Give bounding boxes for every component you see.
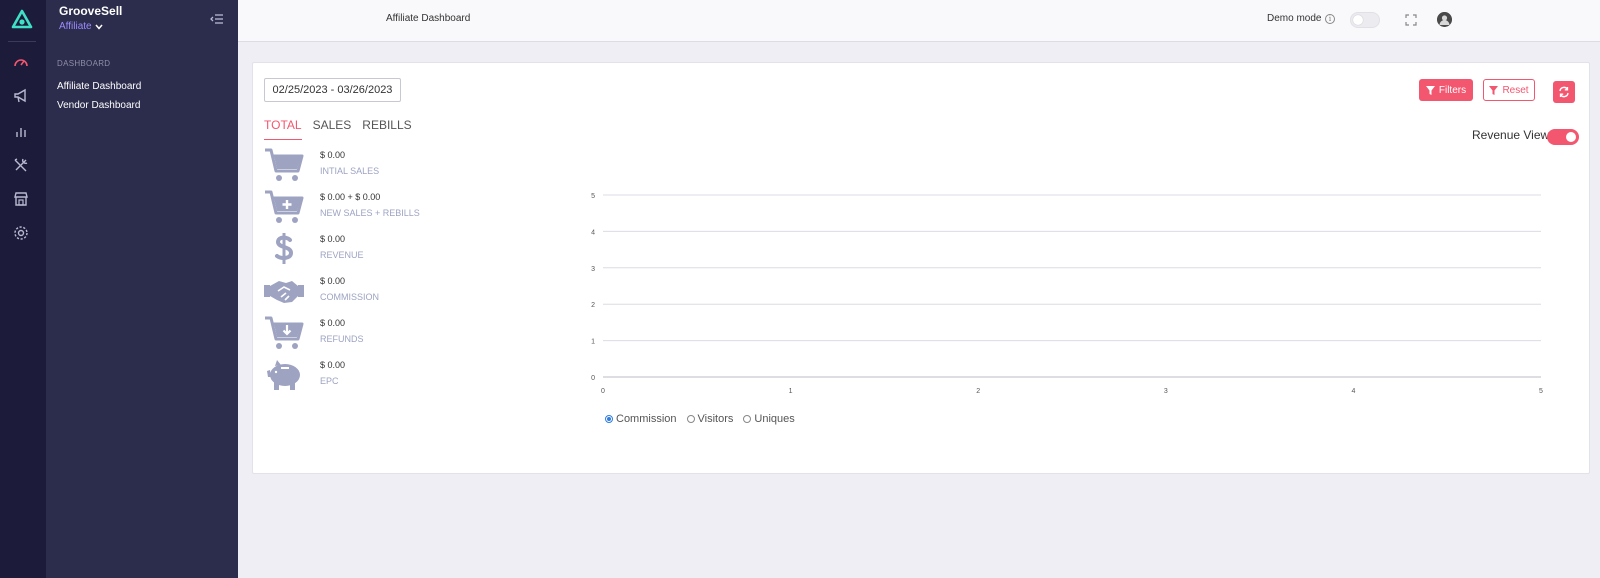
dashboard-gauge-icon	[14, 59, 28, 67]
stat-label: EPC	[320, 376, 339, 386]
stat-value: $ 0.00	[320, 150, 346, 160]
chart-x-tick-label: 2	[976, 388, 980, 395]
stat-new-sales-rebills: $ 0.00 + $ 0.00 NEW SALES + REBILLS	[264, 189, 564, 229]
tab-total[interactable]: TOTAL	[264, 118, 302, 140]
stats-tabs: TOTAL SALES REBILLS	[264, 118, 412, 140]
icon-rail	[0, 0, 46, 578]
rail-settings[interactable]	[11, 223, 31, 243]
stat-initial-sales: $ 0.00 INTIAL SALES	[264, 147, 564, 187]
uniques-radio[interactable]	[743, 415, 752, 423]
revenue-view-label: Revenue View	[1472, 128, 1550, 142]
filter-icon	[1489, 85, 1499, 95]
date-range-picker[interactable]: 02/25/2023 - 03/26/2023	[264, 78, 401, 102]
chart-y-tick-label: 5	[591, 193, 595, 200]
stat-label: REFUNDS	[320, 334, 364, 344]
top-bar: Affiliate Dashboard Demo mode i	[238, 0, 1600, 42]
rail-marketing[interactable]	[11, 86, 31, 106]
refresh-button[interactable]	[1553, 81, 1575, 103]
stat-label: INTIAL SALES	[320, 166, 380, 176]
legend-uniques[interactable]: Uniques	[743, 413, 795, 425]
cart-plus-icon	[265, 190, 304, 223]
stat-value: $ 0.00	[320, 318, 346, 328]
filters-button[interactable]: Filters	[1419, 79, 1473, 101]
visitors-radio[interactable]	[686, 415, 695, 423]
chart-x-tick-label: 1	[789, 388, 793, 395]
sidebar: GrooveSell Affiliate DASHBOARD Affiliate…	[46, 0, 238, 578]
chart-y-tick-label: 4	[591, 229, 595, 236]
cart-icon	[265, 148, 304, 181]
legend-commission-label: Commission	[616, 413, 677, 425]
reset-button-label: Reset	[1502, 84, 1529, 96]
dollar-icon	[275, 233, 294, 264]
demo-mode-label: Demo mode	[1267, 13, 1322, 24]
commission-chart: 0 1 2 3 4 5 0 1 2 3 4 5	[591, 193, 1543, 395]
cart-refund-icon	[265, 316, 304, 349]
stat-label: COMMISSION	[320, 292, 380, 302]
legend-visitors[interactable]: Visitors	[686, 413, 734, 425]
tab-sales[interactable]: SALES	[313, 118, 352, 140]
chart-x-tick-label: 0	[601, 388, 605, 395]
rail-store[interactable]	[11, 189, 31, 209]
groovesell-logo-icon[interactable]	[11, 9, 33, 31]
tools-icon	[14, 158, 28, 172]
megaphone-icon	[14, 88, 26, 103]
chart-x-tick-label: 5	[1539, 388, 1543, 395]
rail-reports[interactable]	[11, 121, 31, 141]
stat-value: $ 0.00	[320, 360, 346, 370]
role-switcher[interactable]: Affiliate	[59, 21, 103, 32]
user-avatar-icon	[1437, 12, 1452, 27]
role-label: Affiliate	[59, 21, 92, 32]
refresh-icon	[1559, 86, 1569, 98]
stat-commission: $ 0.00 COMMISSION	[264, 273, 564, 313]
avatar[interactable]	[1437, 12, 1452, 27]
store-icon	[14, 192, 28, 206]
stat-value: $ 0.00 + $ 0.00	[320, 192, 381, 202]
rail-divider	[8, 41, 36, 42]
handshake-icon	[264, 281, 304, 303]
demo-mode-toggle[interactable]	[1350, 12, 1380, 28]
stat-epc: $ 0.00 EPC	[264, 357, 564, 397]
commission-radio[interactable]	[605, 415, 613, 423]
chart-y-tick-label: 3	[591, 266, 595, 273]
stat-value: $ 0.00	[320, 276, 346, 286]
bar-chart-icon	[16, 128, 26, 137]
fullscreen-icon[interactable]	[1405, 14, 1417, 26]
stat-refunds: $ 0.00 REFUNDS	[264, 315, 564, 355]
chevron-down-icon	[95, 24, 103, 30]
stat-label: NEW SALES + REBILLS	[320, 208, 420, 218]
tab-rebills[interactable]: REBILLS	[362, 118, 411, 140]
filters-button-label: Filters	[1438, 84, 1467, 96]
rail-tools[interactable]	[11, 155, 31, 175]
chart-y-tick-label: 1	[591, 339, 595, 346]
chart-x-tick-label: 3	[1164, 388, 1168, 395]
page-title: Affiliate Dashboard	[386, 13, 471, 24]
rail-dashboard[interactable]	[11, 52, 31, 72]
filter-icon	[1425, 85, 1435, 95]
app-name: GrooveSell	[59, 4, 123, 18]
piggy-bank-icon	[267, 360, 300, 390]
reset-button[interactable]: Reset	[1483, 79, 1535, 101]
sidebar-item-affiliate-dashboard[interactable]: Affiliate Dashboard	[57, 81, 141, 92]
chart-y-tick-label: 2	[591, 302, 595, 309]
info-icon[interactable]: i	[1325, 14, 1335, 24]
sidebar-section-label: DASHBOARD	[57, 59, 111, 68]
sidebar-item-vendor-dashboard[interactable]: Vendor Dashboard	[57, 100, 140, 111]
stat-label: REVENUE	[320, 250, 364, 260]
legend-uniques-label: Uniques	[754, 413, 795, 425]
collapse-sidebar-icon[interactable]	[210, 12, 224, 26]
chart-x-tick-label: 4	[1351, 388, 1355, 395]
legend-visitors-label: Visitors	[697, 413, 734, 425]
chart-y-tick-label: 0	[591, 375, 595, 382]
chart-legend: Commission Visitors Uniques	[605, 413, 795, 425]
revenue-view-toggle[interactable]	[1547, 129, 1579, 145]
legend-commission[interactable]: Commission	[605, 413, 677, 425]
stat-revenue: $ 0.00 REVENUE	[264, 231, 564, 271]
dashboard-card: 02/25/2023 - 03/26/2023 Filters Reset TO…	[252, 62, 1590, 474]
stat-value: $ 0.00	[320, 234, 346, 244]
gear-icon	[14, 226, 28, 240]
